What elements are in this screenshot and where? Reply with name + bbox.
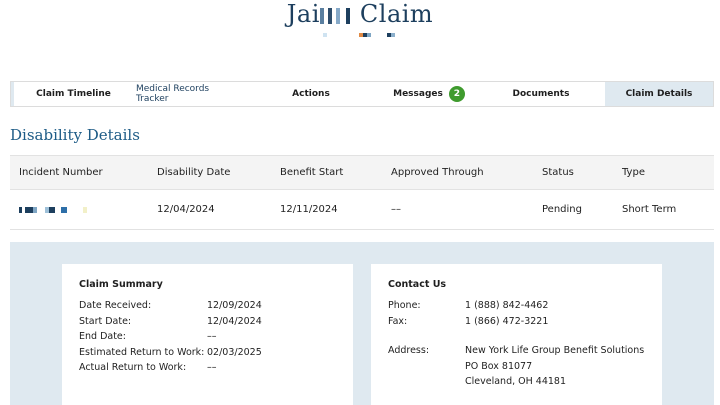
estimated-return-row: Estimated Return to Work: 02/03/2025 bbox=[79, 347, 336, 363]
tab-claim-details[interactable]: Claim Details bbox=[605, 82, 713, 106]
start-date-row: Start Date: 12/04/2024 bbox=[79, 316, 336, 332]
disability-details-table: Incident Number Disability Date Benefit … bbox=[10, 155, 714, 230]
disability-date-value: 12/04/2024 bbox=[157, 204, 215, 215]
address-line: Cleveland, OH 44181 bbox=[465, 376, 566, 387]
messages-count-badge: 2 bbox=[448, 86, 465, 102]
address-line: New York Life Group Benefit Solutions bbox=[465, 345, 645, 356]
tab-label: Claim Timeline bbox=[36, 89, 111, 99]
redacted-name bbox=[319, 8, 354, 24]
redacted-subtitle bbox=[323, 33, 403, 37]
title-prefix: Jai bbox=[286, 0, 320, 28]
kv-value: 12/04/2024 bbox=[207, 315, 262, 327]
address-row: Address: New York Life Group Benefit Sol… bbox=[388, 345, 645, 392]
phone-row: Phone: 1 (888) 842-4462 bbox=[388, 300, 645, 316]
phone-value[interactable]: 1 (888) 842-4462 bbox=[465, 300, 548, 311]
claim-tabs: Claim Timeline Medical Records Tracker A… bbox=[10, 81, 714, 107]
kv-value: 02/03/2025 bbox=[207, 346, 262, 358]
col-disability-date: Disability Date bbox=[157, 167, 231, 178]
tab-medical-records-tracker[interactable]: Medical Records Tracker bbox=[136, 82, 241, 106]
tab-claim-timeline[interactable]: Claim Timeline bbox=[11, 82, 136, 106]
type-value: Short Term bbox=[622, 204, 677, 215]
details-panel: Claim Summary Date Received: 12/09/2024 … bbox=[10, 242, 714, 405]
col-incident-number: Incident Number bbox=[19, 167, 103, 178]
fax-row: Fax: 1 (866) 472-3221 bbox=[388, 316, 645, 332]
kv-value: –– bbox=[207, 331, 217, 342]
section-title: Disability Details bbox=[10, 126, 140, 144]
date-received-row: Date Received: 12/09/2024 bbox=[79, 300, 336, 316]
tab-label: Claim Details bbox=[625, 89, 693, 99]
kv-label: Start Date: bbox=[79, 315, 132, 327]
col-type: Type bbox=[622, 167, 645, 178]
fax-value: 1 (866) 472-3221 bbox=[465, 315, 549, 327]
kv-label: End Date: bbox=[79, 331, 126, 342]
claim-summary-card: Claim Summary Date Received: 12/09/2024 … bbox=[62, 264, 353, 405]
kv-label: Fax: bbox=[388, 315, 408, 327]
table-header: Incident Number Disability Date Benefit … bbox=[10, 155, 714, 190]
actual-return-row: Actual Return to Work: –– bbox=[79, 362, 336, 378]
tab-label: Actions bbox=[292, 89, 330, 99]
tab-messages[interactable]: Messages 2 bbox=[381, 82, 477, 106]
kv-value: –– bbox=[207, 362, 217, 373]
redacted-incident-number bbox=[19, 206, 91, 213]
tab-label: Documents bbox=[512, 89, 570, 99]
kv-label: Estimated Return to Work: bbox=[79, 346, 205, 358]
incident-number-value bbox=[19, 190, 91, 229]
end-date-row: End Date: –– bbox=[79, 331, 336, 347]
approved-through-value: –– bbox=[391, 204, 401, 215]
contact-card: Contact Us Phone: 1 (888) 842-4462 Fax: … bbox=[371, 264, 662, 405]
col-approved-through: Approved Through bbox=[391, 167, 484, 178]
address-line: PO Box 81077 bbox=[465, 360, 533, 372]
benefit-start-value: 12/11/2024 bbox=[280, 204, 338, 215]
tab-actions[interactable]: Actions bbox=[241, 82, 381, 106]
kv-label: Phone: bbox=[388, 300, 421, 311]
tab-label: Medical Records Tracker bbox=[136, 84, 210, 104]
tab-documents[interactable]: Documents bbox=[477, 82, 605, 106]
table-row: 12/04/2024 12/11/2024 –– Pending Short T… bbox=[10, 190, 714, 230]
kv-label: Address: bbox=[388, 345, 430, 356]
title-suffix: Claim bbox=[359, 0, 434, 28]
tab-label: Messages bbox=[393, 89, 443, 99]
page-title: Jai Claim bbox=[0, 0, 720, 28]
kv-label: Actual Return to Work: bbox=[79, 362, 187, 373]
kv-label: Date Received: bbox=[79, 300, 152, 311]
status-value: Pending bbox=[542, 204, 582, 215]
col-benefit-start: Benefit Start bbox=[280, 167, 344, 178]
col-status: Status bbox=[542, 167, 574, 178]
contact-title: Contact Us bbox=[388, 279, 447, 290]
claim-summary-title: Claim Summary bbox=[79, 279, 163, 290]
address-value: New York Life Group Benefit Solutions PO… bbox=[465, 345, 645, 392]
kv-value: 12/09/2024 bbox=[207, 300, 262, 311]
